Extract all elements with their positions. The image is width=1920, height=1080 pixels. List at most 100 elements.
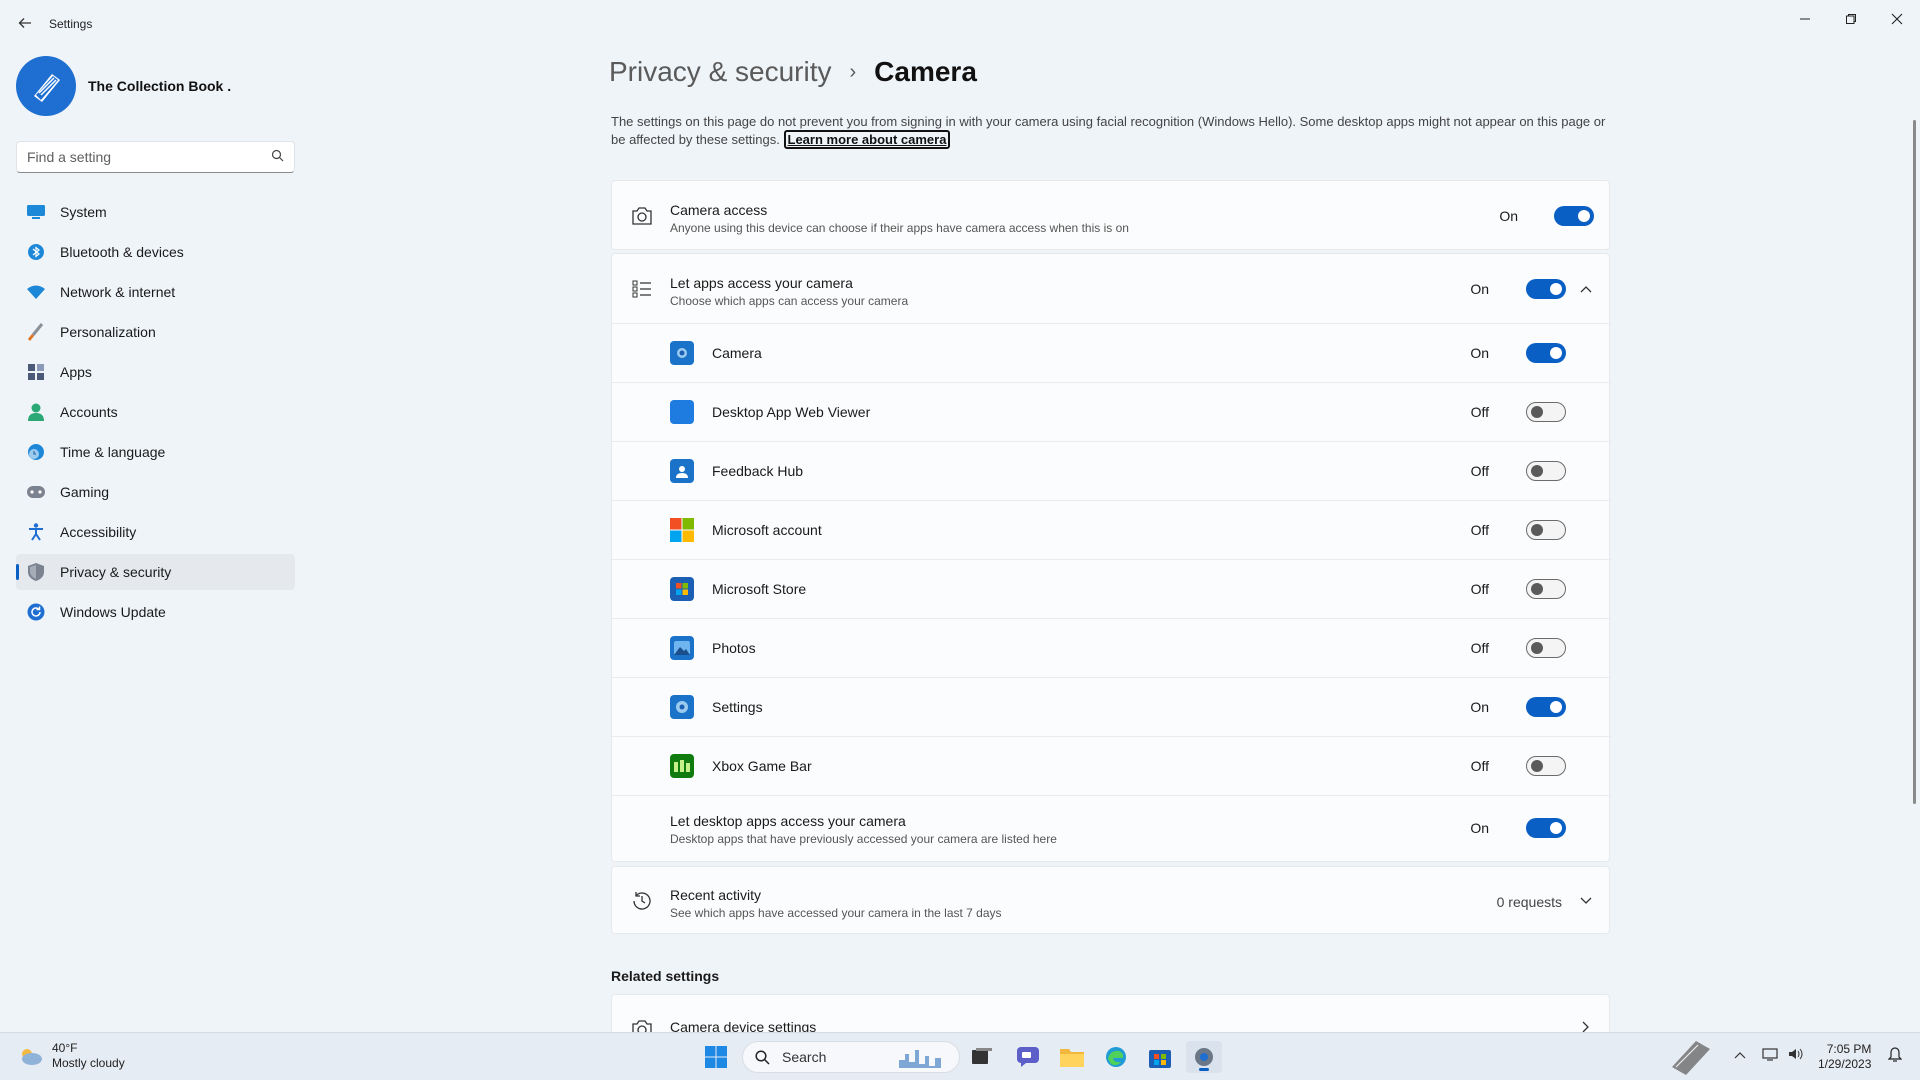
web-viewer-icon	[670, 400, 694, 424]
desktop-apps-subtitle: Desktop apps that have previously access…	[670, 832, 1057, 846]
sidebar-item-label: Windows Update	[60, 604, 166, 620]
feedback-hub-icon	[670, 459, 694, 483]
windows-logo-icon	[705, 1046, 727, 1068]
task-view-button[interactable]	[964, 1041, 1000, 1073]
settings-app-toggle[interactable]	[1526, 697, 1566, 717]
app-row-photos: Photos Off	[612, 619, 1611, 678]
microsoft-account-toggle[interactable]	[1526, 520, 1566, 540]
taskbar-search-label: Search	[782, 1049, 827, 1065]
clock-date: 1/29/2023	[1818, 1057, 1872, 1071]
sidebar-item-privacy-security[interactable]: Privacy & security	[16, 554, 295, 590]
apps-icon	[26, 362, 46, 382]
store-icon	[670, 577, 694, 601]
sidebar-item-windows-update[interactable]: Windows Update	[16, 594, 295, 630]
restore-button[interactable]	[1828, 4, 1874, 34]
profile-area[interactable]: The Collection Book .	[16, 56, 231, 116]
wifi-icon	[26, 282, 46, 302]
sidebar-item-network[interactable]: Network & internet	[16, 274, 295, 310]
settings-search[interactable]	[16, 141, 295, 173]
learn-more-link[interactable]: Learn more about camera	[783, 130, 951, 149]
sidebar-item-label: Network & internet	[60, 284, 176, 300]
gamepad-icon	[26, 482, 46, 502]
app-name: Settings	[712, 699, 763, 715]
search-input[interactable]	[27, 149, 271, 165]
book-icon	[34, 74, 60, 102]
close-button[interactable]	[1874, 4, 1920, 34]
camera-access-subtitle: Anyone using this device can choose if t…	[670, 221, 1129, 235]
let-apps-toggle[interactable]	[1526, 279, 1566, 299]
network-icon[interactable]	[1762, 1047, 1778, 1064]
sidebar-item-system[interactable]: System	[16, 194, 295, 230]
sidebar-item-apps[interactable]: Apps	[16, 354, 295, 390]
minimize-button[interactable]	[1782, 4, 1828, 34]
sidebar-item-personalization[interactable]: Personalization	[16, 314, 295, 350]
camera-access-card: Camera access Anyone using this device c…	[611, 180, 1610, 250]
teams-chat-button[interactable]	[1010, 1041, 1046, 1073]
app-state: On	[1470, 699, 1489, 715]
app-state: Off	[1470, 758, 1489, 774]
camera-access-toggle[interactable]	[1554, 206, 1594, 226]
app-name: Microsoft Store	[712, 581, 807, 597]
sidebar-item-time-language[interactable]: Time & language	[16, 434, 295, 470]
recent-activity-subtitle: See which apps have accessed your camera…	[670, 906, 1002, 920]
chevron-right-icon[interactable]	[1576, 1017, 1596, 1032]
weather-widget[interactable]: 40°F Mostly cloudy	[18, 1041, 125, 1071]
taskbar: 40°F Mostly cloudy Search 7:05 PM 1/29/2…	[0, 1032, 1920, 1080]
let-apps-access-row[interactable]: Let apps access your camera Choose which…	[612, 254, 1611, 324]
edge-button[interactable]	[1098, 1041, 1134, 1073]
sidebar-item-gaming[interactable]: Gaming	[16, 474, 295, 510]
app-state: Off	[1470, 581, 1489, 597]
minimize-icon	[1800, 18, 1810, 20]
intro-description: The settings on this page do not prevent…	[611, 113, 1611, 149]
file-explorer-button[interactable]	[1054, 1041, 1090, 1073]
let-apps-subtitle: Choose which apps can access your camera	[670, 294, 909, 308]
monitor-icon	[26, 202, 46, 222]
app-name: Camera	[712, 345, 762, 361]
avatar	[16, 56, 76, 116]
photos-toggle[interactable]	[1526, 638, 1566, 658]
sidebar-item-accounts[interactable]: Accounts	[16, 394, 295, 430]
settings-taskbar-button[interactable]	[1186, 1041, 1222, 1073]
sidebar-item-accessibility[interactable]: Accessibility	[16, 514, 295, 550]
page-title: Camera	[874, 56, 977, 87]
app-state: Off	[1470, 522, 1489, 538]
app-row-microsoft-store: Microsoft Store Off	[612, 560, 1611, 619]
photos-icon	[670, 636, 694, 660]
xbox-game-bar-toggle[interactable]	[1526, 756, 1566, 776]
globe-clock-icon	[26, 442, 46, 462]
sidebar-item-bluetooth[interactable]: Bluetooth & devices	[16, 234, 295, 270]
notification-bell-icon[interactable]	[1887, 1047, 1903, 1066]
breadcrumb-parent-link[interactable]: Privacy & security	[609, 56, 832, 88]
app-name: Xbox Game Bar	[712, 758, 812, 774]
person-icon	[26, 402, 46, 422]
camera-app-toggle[interactable]	[1526, 343, 1566, 363]
desktop-app-web-viewer-toggle[interactable]	[1526, 402, 1566, 422]
volume-icon[interactable]	[1788, 1047, 1804, 1064]
clock-time: 7:05 PM	[1826, 1042, 1872, 1056]
microsoft-store-toggle[interactable]	[1526, 579, 1566, 599]
start-button[interactable]	[698, 1041, 734, 1073]
weather-temp: 40°F	[52, 1041, 78, 1055]
recent-activity-card[interactable]: Recent activity See which apps have acce…	[611, 866, 1610, 934]
scrollbar[interactable]	[1913, 120, 1916, 804]
taskbar-search[interactable]: Search	[742, 1041, 960, 1073]
recent-activity-title: Recent activity	[670, 887, 762, 903]
system-clock[interactable]: 7:05 PM 1/29/2023	[1818, 1042, 1871, 1072]
recent-activity-row[interactable]: Recent activity See which apps have acce…	[612, 867, 1611, 935]
feedback-hub-toggle[interactable]	[1526, 461, 1566, 481]
cloud-icon	[22, 1049, 42, 1065]
task-view-icon	[972, 1048, 992, 1064]
chevron-up-icon[interactable]	[1734, 1047, 1746, 1062]
camera-device-settings-card[interactable]: Camera device settings	[611, 994, 1610, 1032]
back-button[interactable]	[14, 12, 36, 34]
chevron-up-icon[interactable]	[1576, 279, 1596, 299]
request-count: 0 requests	[1496, 894, 1562, 910]
let-apps-state: On	[1470, 281, 1489, 297]
chevron-down-icon[interactable]	[1576, 891, 1596, 911]
app-state: Off	[1470, 640, 1489, 656]
app-name: Desktop App Web Viewer	[712, 404, 871, 420]
sidebar-item-label: Apps	[60, 364, 92, 380]
sidebar-nav: System Bluetooth & devices Network & int…	[16, 194, 295, 634]
microsoft-store-button[interactable]	[1142, 1041, 1178, 1073]
desktop-apps-toggle[interactable]	[1526, 818, 1566, 838]
